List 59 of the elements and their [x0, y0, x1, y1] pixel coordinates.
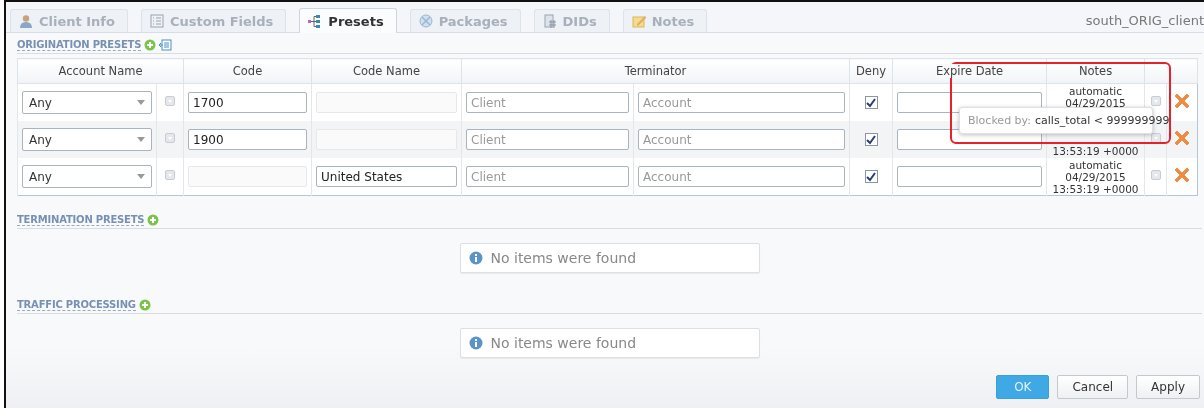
export-icon[interactable]: [159, 39, 173, 51]
client-field[interactable]: Client: [466, 129, 629, 150]
empty-text: No items were found: [490, 335, 637, 351]
check-icon: [866, 171, 876, 182]
check-icon: [866, 97, 876, 108]
add-icon[interactable]: [147, 214, 160, 226]
dialog-button[interactable]: Apply: [1136, 375, 1200, 399]
move-down-icon: [1150, 170, 1161, 180]
client-field[interactable]: Client: [466, 166, 629, 187]
tree-icon: [308, 14, 323, 28]
code-field[interactable]: 1900: [188, 129, 307, 150]
info-icon: [468, 336, 483, 350]
move-down-icon: [165, 133, 175, 143]
document-icon: [542, 14, 557, 28]
column-header: Account Name: [58, 64, 143, 78]
check-icon: [866, 134, 876, 145]
deny-checkbox[interactable]: [864, 96, 878, 109]
list-icon: [149, 14, 164, 28]
delete-icon[interactable]: [1174, 93, 1190, 109]
move-down-icon: [165, 170, 175, 180]
client-field[interactable]: Client: [466, 92, 629, 113]
note-icon: [631, 14, 646, 28]
column-header: Code Name: [353, 64, 421, 78]
tab[interactable]: Presets: [299, 8, 397, 33]
client-name: south_ORIG_client: [1085, 11, 1204, 28]
dialog-button[interactable]: Cancel: [1057, 375, 1129, 399]
delete-icon[interactable]: [1174, 167, 1190, 183]
column-header: Expire Date: [935, 64, 1004, 78]
note-text: automatic 04/29/2015 13:53:19 +0000: [1051, 159, 1140, 195]
deny-checkbox[interactable]: [864, 170, 878, 183]
code-field[interactable]: 1700: [188, 92, 307, 113]
move-down-icon: [1150, 96, 1161, 106]
account-field[interactable]: Account: [638, 129, 845, 150]
account-dropdown[interactable]: Any: [22, 91, 152, 114]
user-icon: [19, 14, 33, 28]
section-title: TERMINATION PRESETS: [17, 214, 145, 226]
account-dropdown[interactable]: Any: [22, 165, 152, 188]
tooltip-value: calls_total < 999999999: [1035, 114, 1170, 127]
add-icon[interactable]: [138, 299, 151, 311]
section-title: ORIGINATION PRESETS: [17, 39, 142, 51]
code-name-field[interactable]: United States: [316, 166, 457, 187]
expire-date-field[interactable]: [897, 166, 1042, 187]
column-header: Deny: [856, 64, 887, 78]
column-header: Terminator: [624, 64, 687, 78]
note-text: 13:53:19 +0000: [1051, 145, 1140, 157]
note-text: automatic 04/29/2015: [1064, 85, 1127, 109]
account-field[interactable]: Account: [638, 166, 845, 187]
section-title: TRAFFIC PROCESSING: [17, 299, 136, 311]
column-header: Notes: [1078, 64, 1113, 78]
delete-icon[interactable]: [1174, 130, 1190, 146]
column-header: Code: [232, 64, 263, 78]
info-icon: [468, 251, 483, 265]
empty-text: No items were found: [490, 250, 637, 266]
account-field[interactable]: Account: [638, 92, 845, 113]
account-dropdown[interactable]: Any: [22, 128, 152, 151]
tooltip-label: Blocked by:: [968, 114, 1031, 127]
add-icon[interactable]: [144, 39, 157, 51]
move-down-icon: [165, 96, 175, 106]
deny-checkbox[interactable]: [864, 133, 878, 146]
